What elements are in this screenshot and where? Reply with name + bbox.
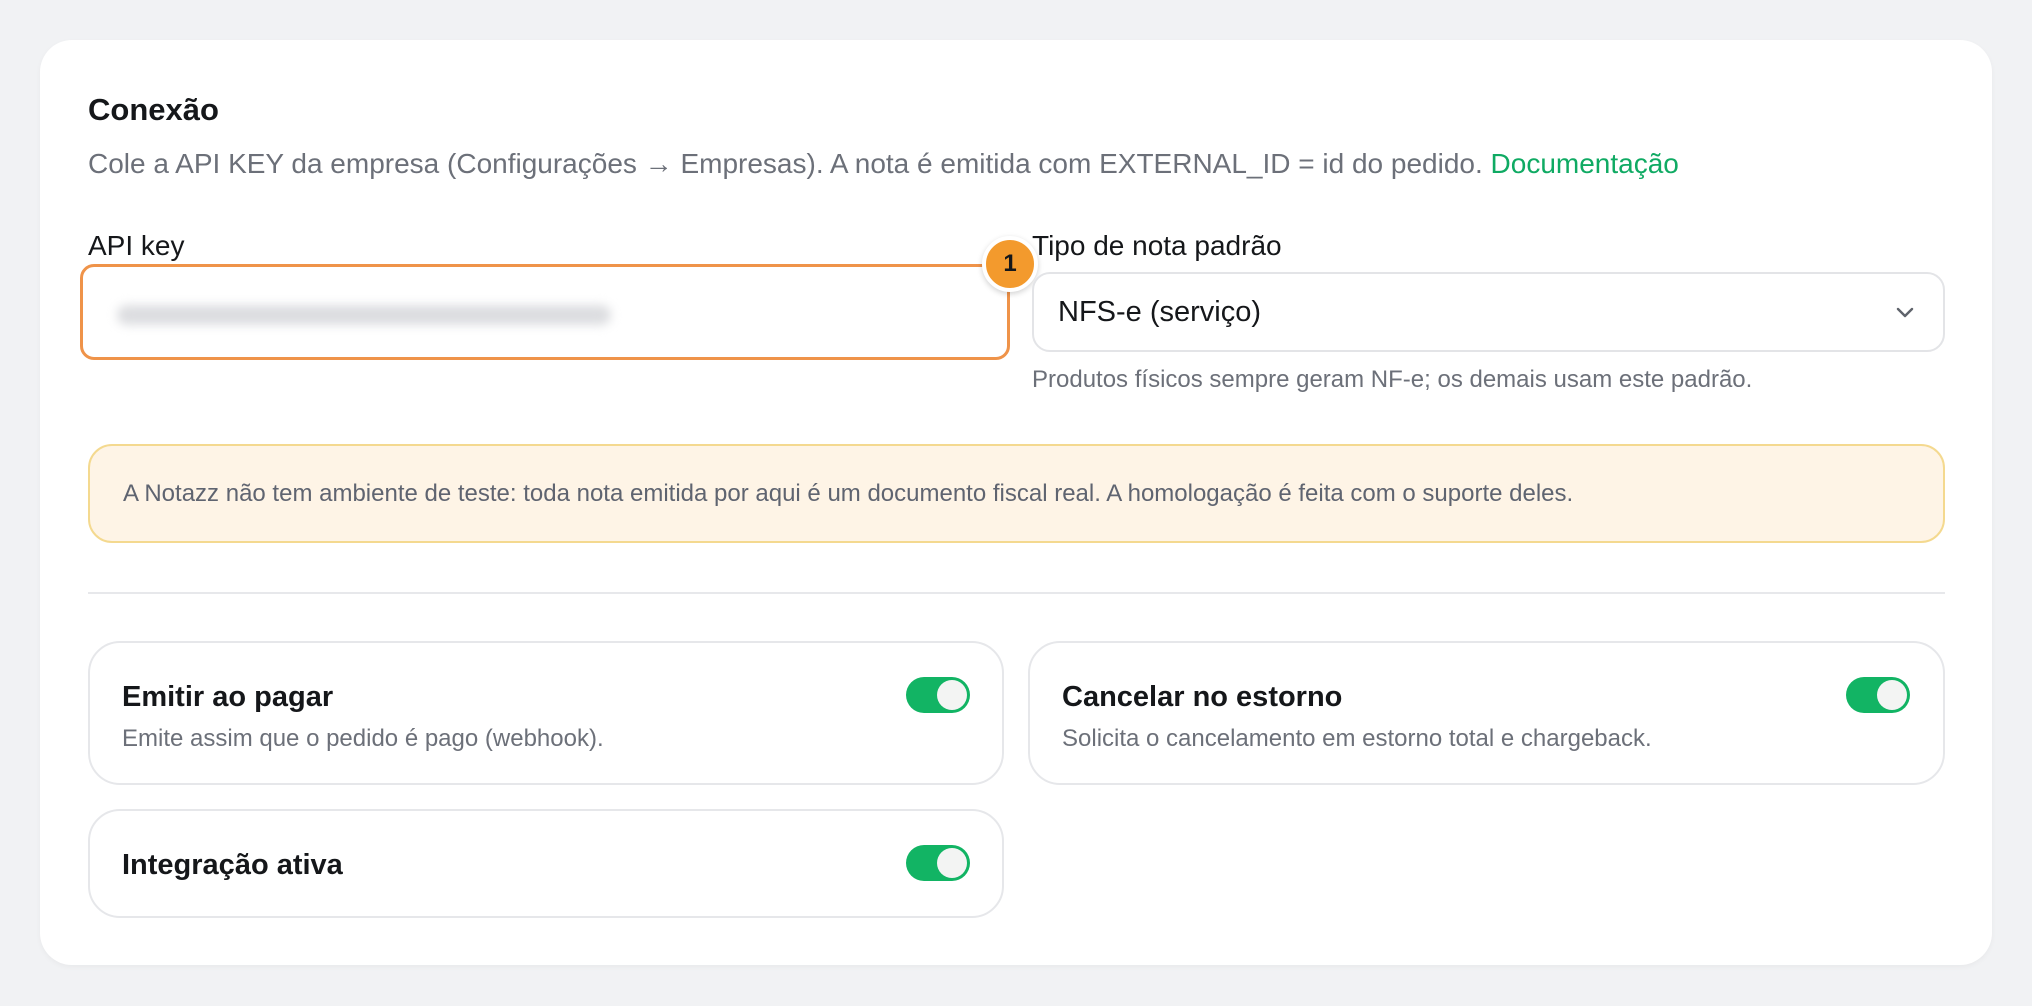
documentation-link[interactable]: Documentação xyxy=(1491,148,1679,179)
integration-active-toggle[interactable] xyxy=(906,845,970,881)
option-title: Emitir ao pagar xyxy=(122,681,334,713)
option-description: Emite assim que o pedido é pago (webhook… xyxy=(122,725,604,752)
option-card-emit-on-pay: Emitir ao pagar Emite assim que o pedido… xyxy=(88,641,1004,785)
note-type-label: Tipo de nota padrão xyxy=(1032,230,1282,261)
option-title: Cancelar no estorno xyxy=(1062,681,1343,713)
chevron-down-icon xyxy=(1896,307,1914,318)
warning-banner: A Notazz não tem ambiente de teste: toda… xyxy=(88,444,1945,543)
option-card-integration-active: Integração ativa xyxy=(88,809,1004,918)
api-key-input[interactable] xyxy=(83,267,1007,357)
note-type-select[interactable]: NFS-e (serviço) xyxy=(1032,272,1945,352)
toggle-knob xyxy=(1877,680,1907,710)
api-key-label: API key xyxy=(88,230,185,261)
note-type-selected-value: NFS-e (serviço) xyxy=(1058,296,1262,328)
option-card-cancel-on-refund: Cancelar no estorno Solicita o cancelame… xyxy=(1028,641,1945,785)
emit-on-pay-toggle[interactable] xyxy=(906,677,970,713)
option-title: Integração ativa xyxy=(122,849,343,881)
warning-text: A Notazz não tem ambiente de teste: toda… xyxy=(123,480,1574,507)
option-description: Solicita o cancelamento em estorno total… xyxy=(1062,725,1652,752)
subtitle-text: Cole a API KEY da empresa (Configurações… xyxy=(88,148,1483,179)
cancel-on-refund-toggle[interactable] xyxy=(1846,677,1910,713)
api-key-field[interactable] xyxy=(80,264,1010,360)
section-title: Conexão xyxy=(88,92,219,127)
step-badge: 1 xyxy=(982,236,1038,292)
section-subtitle: Cole a API KEY da empresa (Configurações… xyxy=(88,148,1679,180)
toggle-knob xyxy=(937,848,967,878)
toggle-knob xyxy=(937,680,967,710)
note-type-hint: Produtos físicos sempre geram NF-e; os d… xyxy=(1032,366,1753,393)
section-divider xyxy=(88,592,1945,594)
